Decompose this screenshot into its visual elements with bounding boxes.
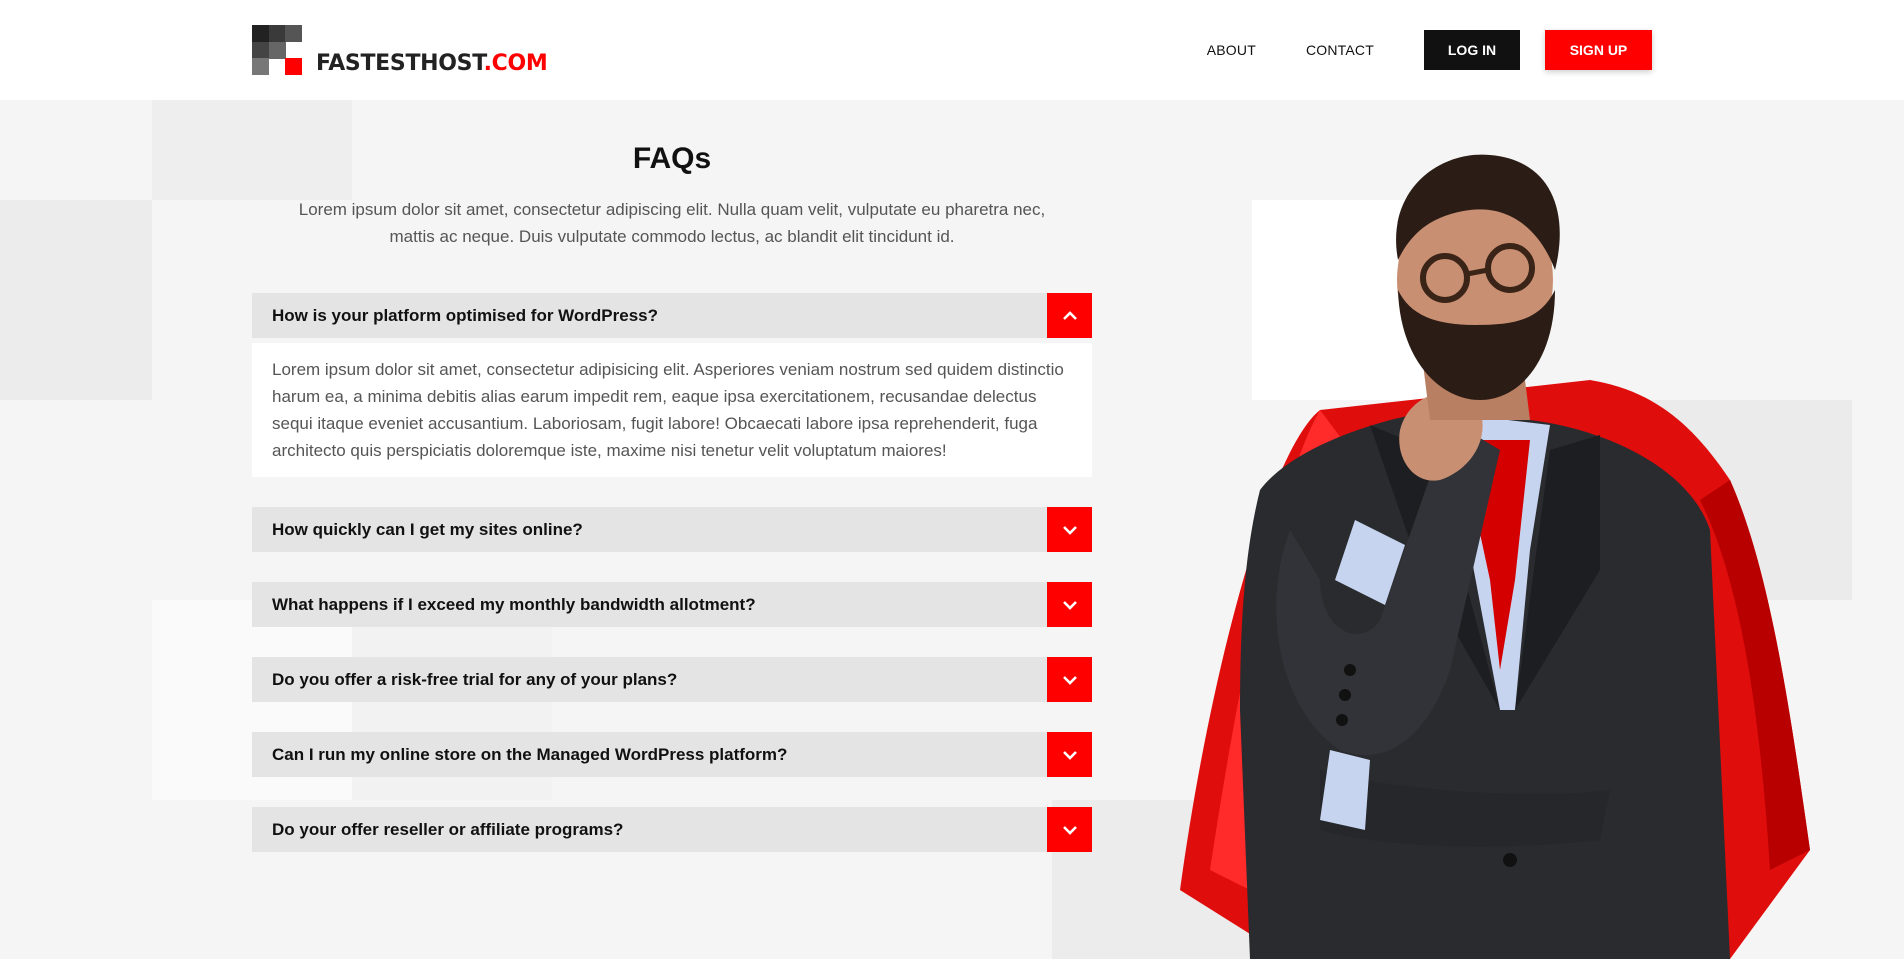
site-header: FASTESTHOST.COM ABOUT CONTACT LOG IN SIG… [0, 0, 1904, 100]
faq-item: Do you offer a risk-free trial for any o… [252, 657, 1092, 702]
faq-accordion: How is your platform optimised for WordP… [252, 293, 1092, 882]
faq-question-text: Do you offer a risk-free trial for any o… [272, 669, 678, 689]
login-button[interactable]: LOG IN [1424, 30, 1520, 70]
faq-question-text: Can I run my online store on the Managed… [272, 744, 788, 764]
faq-question[interactable]: How is your platform optimised for WordP… [252, 293, 1092, 338]
faq-item: Can I run my online store on the Managed… [252, 732, 1092, 777]
background-square [0, 200, 152, 400]
chevron-down-icon[interactable] [1047, 807, 1092, 852]
chevron-down-icon[interactable] [1047, 657, 1092, 702]
faq-answer: Lorem ipsum dolor sit amet, consectetur … [252, 343, 1092, 477]
faq-question[interactable]: Do your offer reseller or affiliate prog… [252, 807, 1092, 852]
brand-logo[interactable]: FASTESTHOST.COM [252, 25, 548, 75]
faq-question-text: Do your offer reseller or affiliate prog… [272, 819, 624, 839]
faq-item: How is your platform optimised for WordP… [252, 293, 1092, 477]
nav-about-link[interactable]: ABOUT [1207, 42, 1256, 58]
faq-question-text: How is your platform optimised for WordP… [272, 305, 659, 325]
faq-item: Do your offer reseller or affiliate prog… [252, 807, 1092, 852]
chevron-down-icon[interactable] [1047, 507, 1092, 552]
signup-button[interactable]: SIGN UP [1545, 30, 1652, 70]
faq-item: How quickly can I get my sites online? [252, 507, 1092, 552]
chevron-up-icon[interactable] [1047, 293, 1092, 338]
chevron-down-icon[interactable] [1047, 582, 1092, 627]
logo-mark-icon [252, 25, 302, 75]
faq-intro: Lorem ipsum dolor sit amet, consectetur … [298, 200, 1046, 246]
faq-question[interactable]: Do you offer a risk-free trial for any o… [252, 657, 1092, 702]
faq-question[interactable]: Can I run my online store on the Managed… [252, 732, 1092, 777]
faq-item: What happens if I exceed my monthly band… [252, 582, 1092, 627]
faq-question[interactable]: What happens if I exceed my monthly band… [252, 582, 1092, 627]
faq-question-text: What happens if I exceed my monthly band… [272, 594, 756, 614]
faq-question-text: How quickly can I get my sites online? [272, 519, 583, 539]
chevron-down-icon[interactable] [1047, 732, 1092, 777]
faq-question[interactable]: How quickly can I get my sites online? [252, 507, 1092, 552]
brand-name: FASTESTHOST.COM [316, 51, 548, 76]
nav-contact-link[interactable]: CONTACT [1306, 42, 1374, 58]
superhero-businessman-illustration [1180, 154, 1810, 959]
faq-title: FAQs [632, 142, 712, 175]
main-nav: ABOUT CONTACT LOG IN SIGN UP [1207, 30, 1652, 70]
